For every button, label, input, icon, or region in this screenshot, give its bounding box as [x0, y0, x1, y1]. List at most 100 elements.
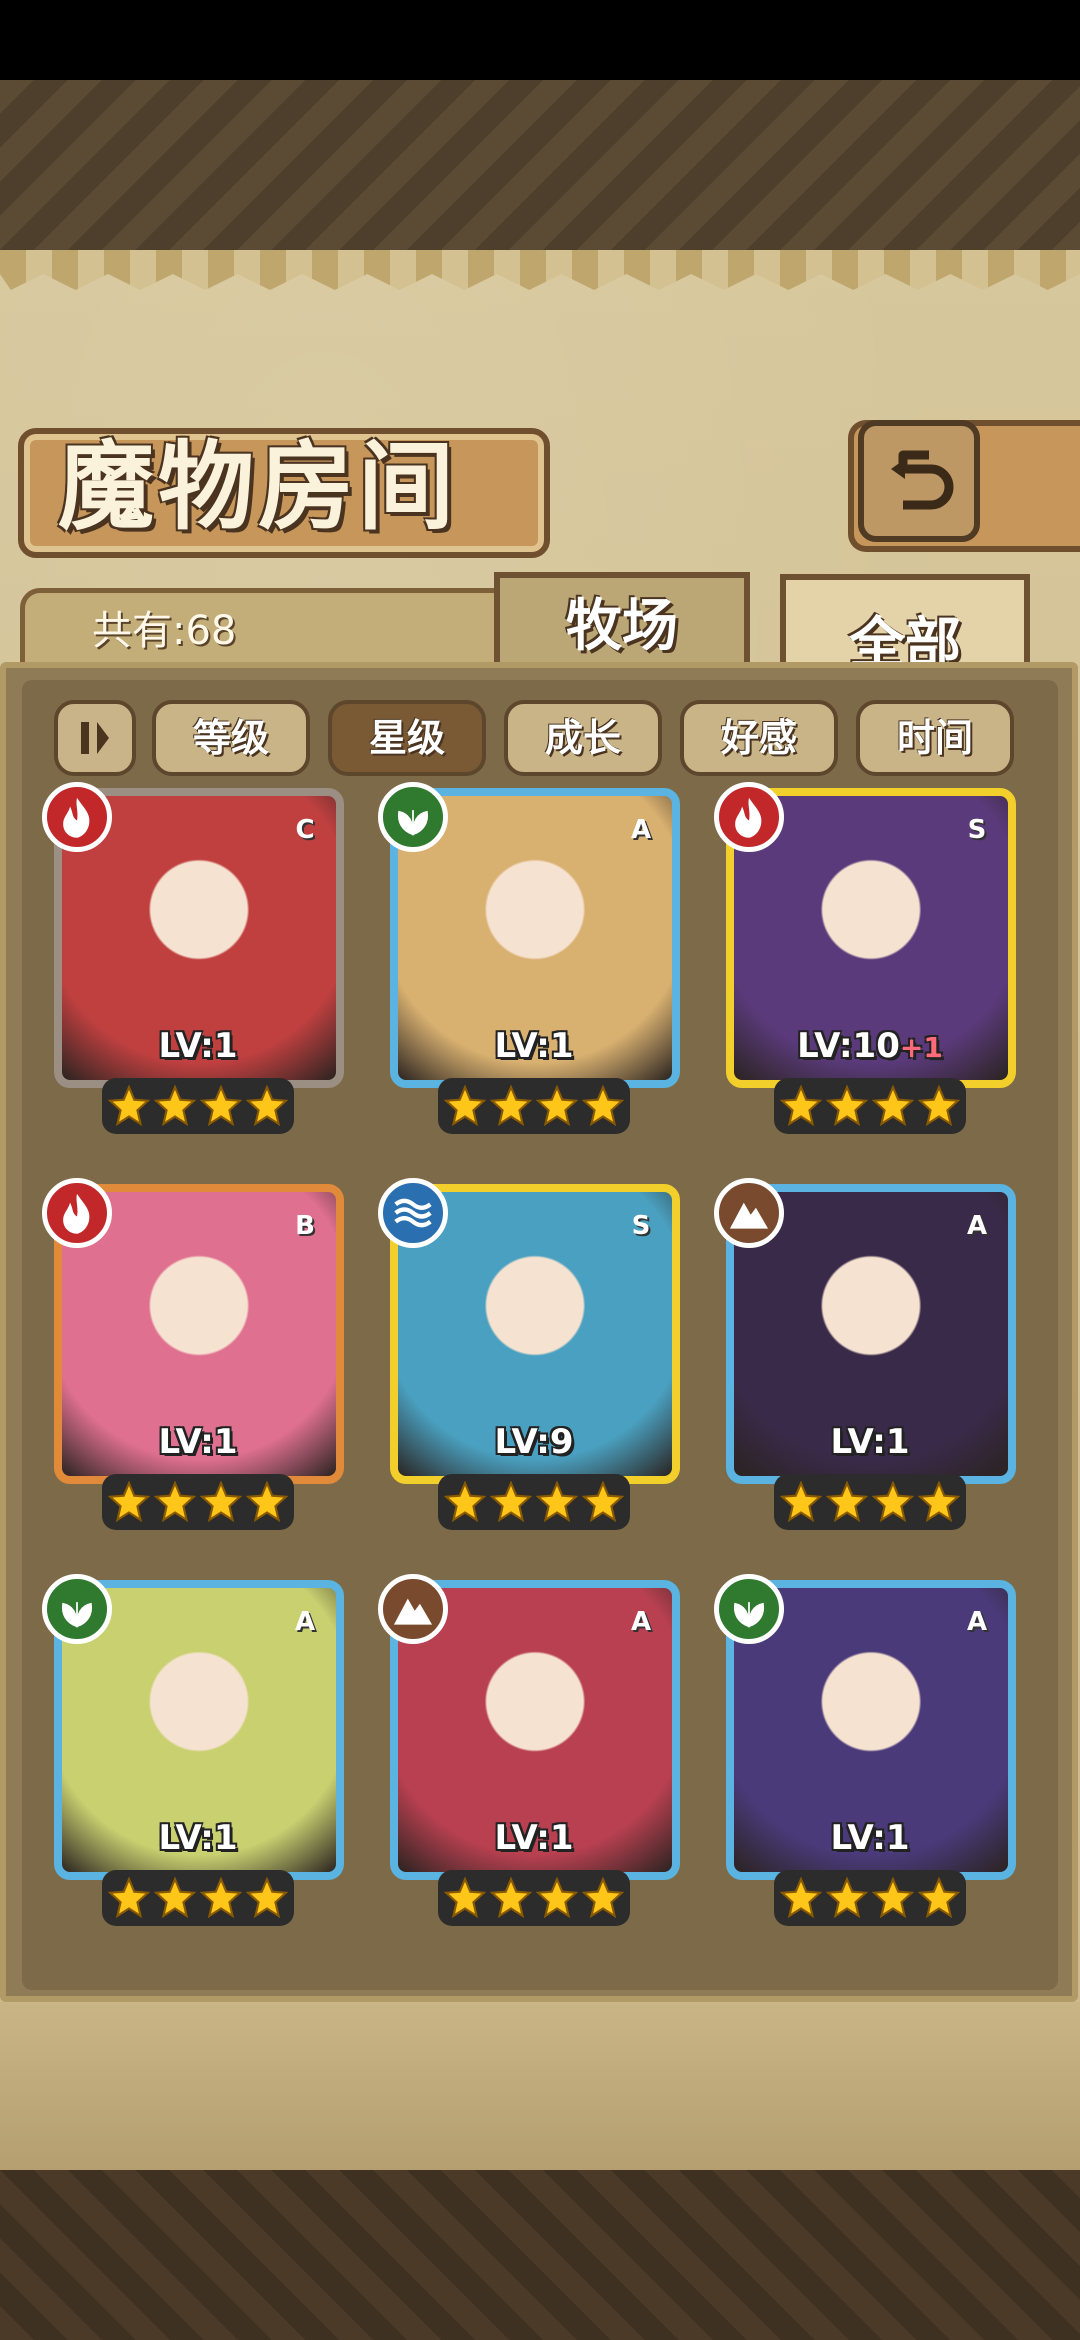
star-icon: [872, 1877, 914, 1919]
monster-card[interactable]: B LV:1: [40, 1178, 356, 1538]
sort-order-toggle[interactable]: [54, 700, 136, 776]
monster-level-text: LV:1: [494, 1818, 574, 1858]
star-icon: [108, 1877, 150, 1919]
monster-level-text: LV:10: [797, 1026, 900, 1066]
fire-element-icon: [714, 782, 784, 852]
monster-card[interactable]: A LV:1: [712, 1178, 1028, 1538]
monster-rank-label: C: [295, 815, 315, 845]
monster-rank-label: S: [967, 815, 987, 845]
monster-level-text: LV:1: [158, 1422, 238, 1462]
star-icon: [246, 1085, 288, 1127]
monster-rank-label: B: [295, 1211, 315, 1241]
monster-rank-label: A: [630, 1607, 652, 1637]
monster-rank-label: A: [630, 815, 652, 845]
star-rating: [774, 1474, 966, 1530]
monster-level: LV:1: [40, 1818, 356, 1858]
monster-rank-label: A: [966, 1211, 988, 1241]
star-rating: [438, 1870, 630, 1926]
star-icon: [490, 1481, 532, 1523]
monster-level: LV:1: [40, 1026, 356, 1066]
monster-level: LV:1: [376, 1026, 692, 1066]
return-arrow-icon: [891, 450, 954, 510]
page-title: 魔物房间: [58, 430, 458, 543]
sort-by-growth-button[interactable]: 成长: [504, 700, 662, 776]
sort-by-level-button[interactable]: 等级: [152, 700, 310, 776]
sort-order-icon: [81, 722, 109, 754]
fire-element-icon: [42, 1178, 112, 1248]
star-rating: [438, 1474, 630, 1530]
monster-card[interactable]: A LV:1: [376, 1574, 692, 1934]
star-icon: [444, 1085, 486, 1127]
monster-level-text: LV:9: [494, 1422, 574, 1462]
star-icon: [444, 1481, 486, 1523]
star-icon: [872, 1085, 914, 1127]
star-icon: [108, 1085, 150, 1127]
panel-bottom-strip: [0, 2002, 1080, 2170]
star-icon: [246, 1481, 288, 1523]
monster-level-text: LV:1: [158, 1026, 238, 1066]
star-rating: [774, 1078, 966, 1134]
monster-count: 共有:68: [92, 608, 237, 654]
monster-level: LV:1: [40, 1422, 356, 1462]
star-icon: [582, 1085, 624, 1127]
star-icon: [918, 1085, 960, 1127]
star-icon: [826, 1481, 868, 1523]
star-icon: [918, 1481, 960, 1523]
leaf-element-icon: [42, 1574, 112, 1644]
star-rating: [102, 1474, 294, 1530]
star-icon: [200, 1481, 242, 1523]
fire-element-icon: [42, 782, 112, 852]
monster-level: LV:1: [712, 1422, 1028, 1462]
star-icon: [154, 1481, 196, 1523]
monster-level-text: LV:1: [830, 1422, 910, 1462]
star-icon: [780, 1085, 822, 1127]
monster-level-text: LV:1: [494, 1026, 574, 1066]
star-icon: [536, 1877, 578, 1919]
star-icon: [246, 1877, 288, 1919]
star-icon: [536, 1481, 578, 1523]
map-background-top: [0, 80, 1080, 250]
star-icon: [490, 1877, 532, 1919]
tab-ranch[interactable]: 牧场: [494, 572, 750, 674]
sort-by-time-button[interactable]: 时间: [856, 700, 1014, 776]
star-icon: [582, 1481, 624, 1523]
monster-card[interactable]: S LV:10+1: [712, 782, 1028, 1142]
star-icon: [444, 1877, 486, 1919]
monster-level: LV:1: [376, 1818, 692, 1858]
star-icon: [826, 1085, 868, 1127]
monster-level: LV:9: [376, 1422, 692, 1462]
leaf-element-icon: [378, 782, 448, 852]
sort-by-affection-button[interactable]: 好感: [680, 700, 838, 776]
earth-element-icon: [378, 1574, 448, 1644]
earth-element-icon: [714, 1178, 784, 1248]
monster-level-text: LV:1: [158, 1818, 238, 1858]
leaf-element-icon: [714, 1574, 784, 1644]
monster-level-bonus: +1: [899, 1031, 943, 1064]
sort-by-star-button[interactable]: 星级: [328, 700, 486, 776]
monster-rank-label: S: [631, 1211, 651, 1241]
star-icon: [200, 1877, 242, 1919]
monster-card[interactable]: A LV:1: [376, 782, 692, 1142]
map-background-bottom: [0, 2170, 1080, 2340]
star-rating: [102, 1870, 294, 1926]
monster-card[interactable]: S LV:9: [376, 1178, 692, 1538]
monster-card[interactable]: A LV:1: [712, 1574, 1028, 1934]
star-icon: [154, 1877, 196, 1919]
monster-rank-label: A: [294, 1607, 316, 1637]
star-icon: [918, 1877, 960, 1919]
star-icon: [780, 1481, 822, 1523]
monster-level: LV:10+1: [712, 1026, 1028, 1066]
monster-rank-label: A: [966, 1607, 988, 1637]
star-icon: [872, 1481, 914, 1523]
star-rating: [774, 1870, 966, 1926]
star-icon: [780, 1877, 822, 1919]
monster-card[interactable]: C LV:1: [40, 782, 356, 1142]
monster-level-text: LV:1: [830, 1818, 910, 1858]
water-element-icon: [378, 1178, 448, 1248]
monster-card[interactable]: A LV:1: [40, 1574, 356, 1934]
status-bar: [0, 0, 1080, 80]
back-button[interactable]: [858, 420, 980, 542]
star-icon: [536, 1085, 578, 1127]
star-icon: [826, 1877, 868, 1919]
star-rating: [438, 1078, 630, 1134]
